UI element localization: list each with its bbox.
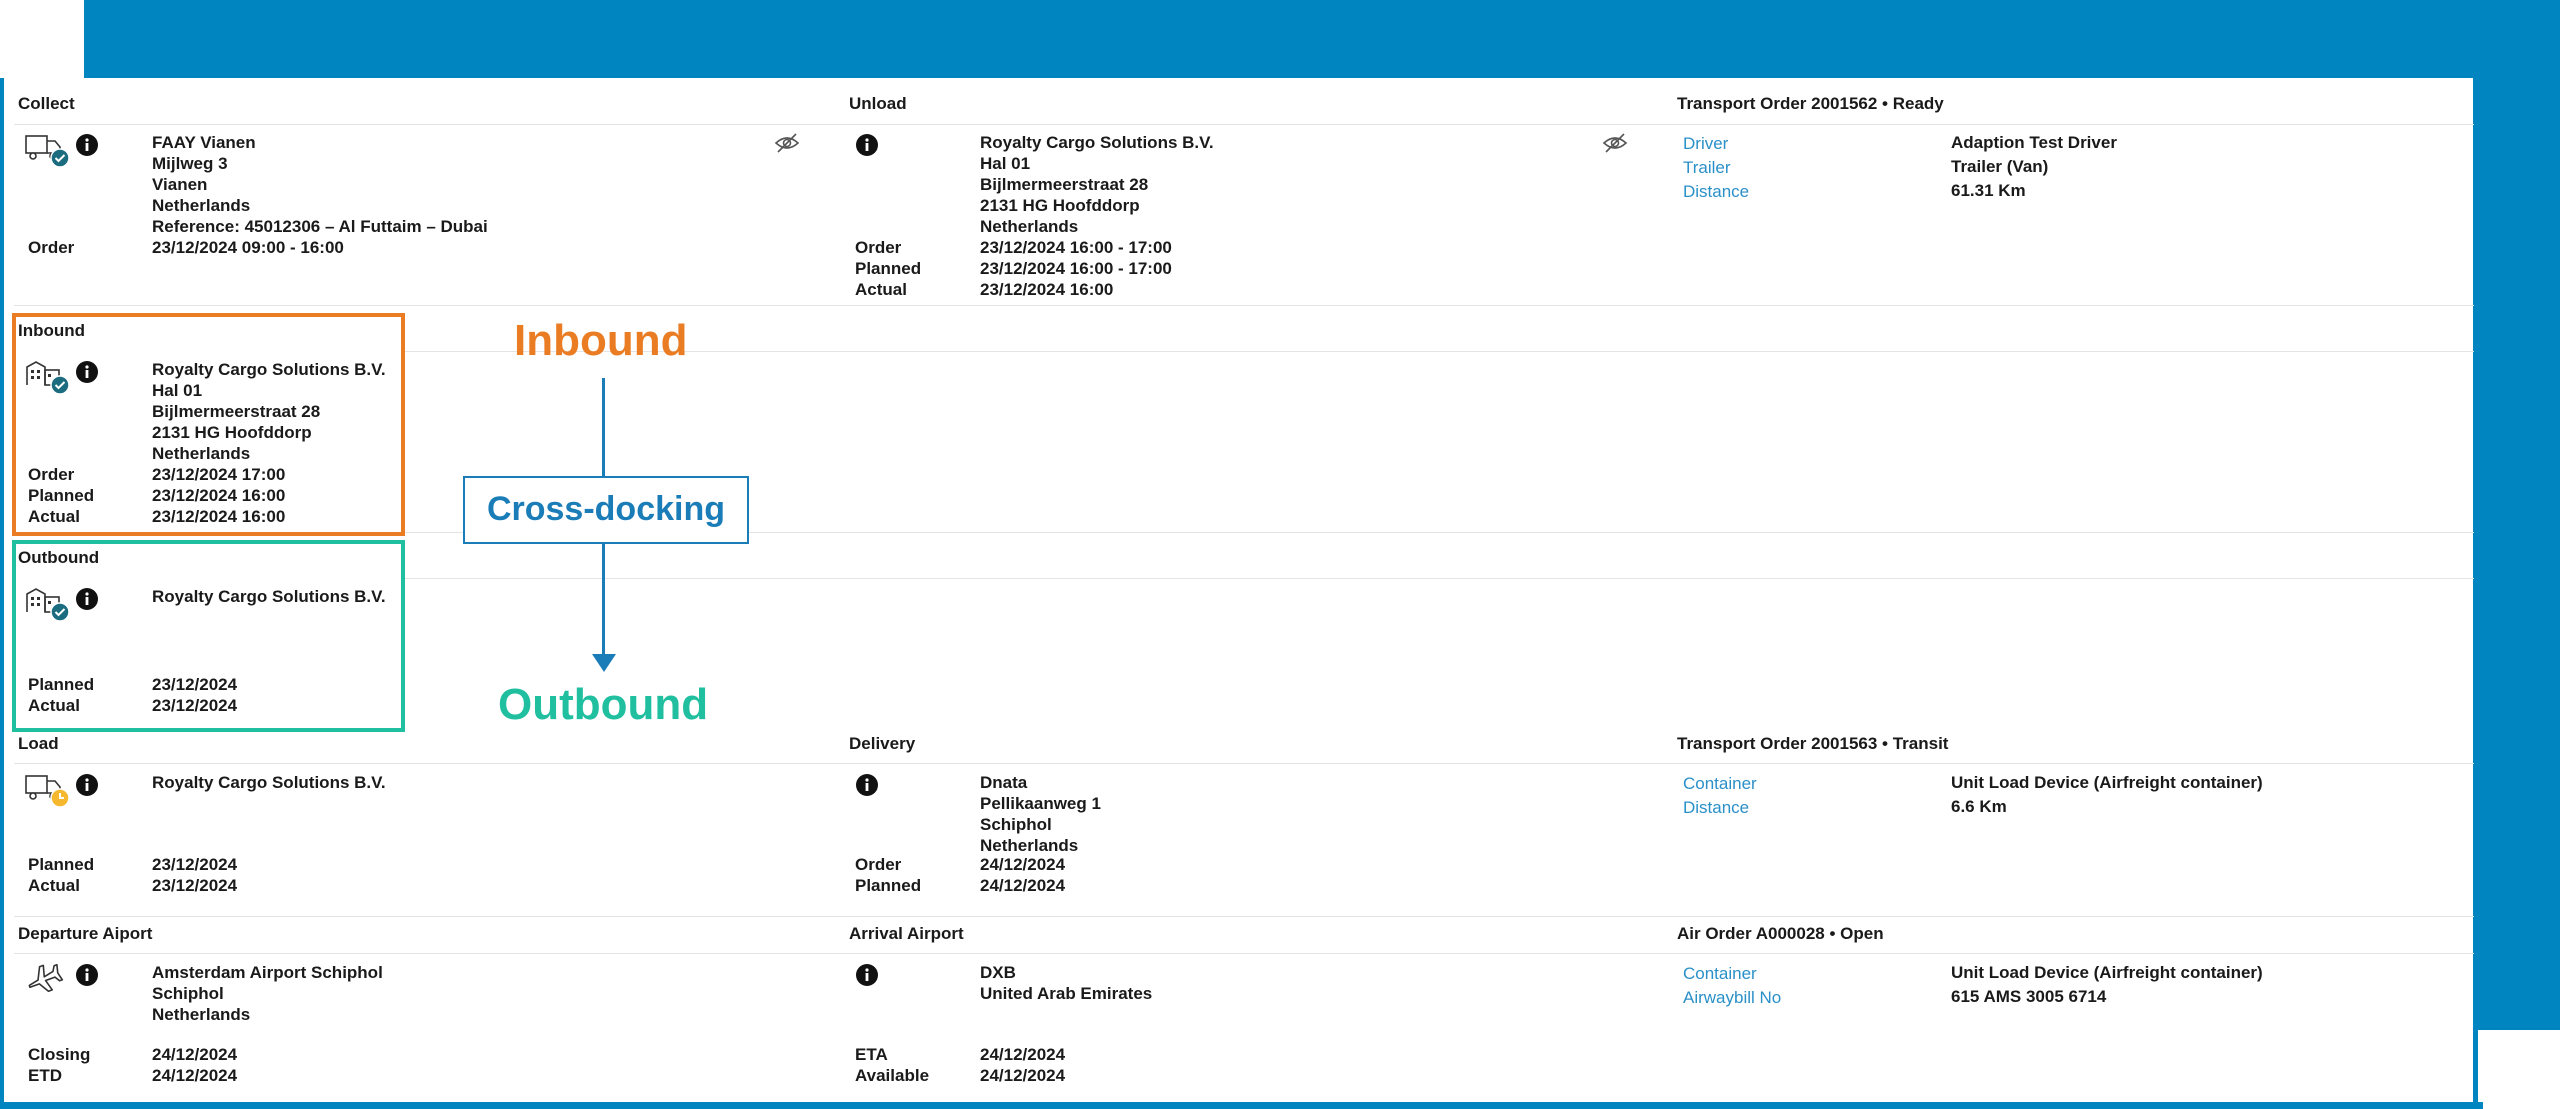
delivery-address-line: Netherlands: [980, 836, 1079, 855]
airplane-icon: [28, 963, 64, 993]
delivery-time-value: 24/12/2024: [980, 855, 1066, 874]
arrival-time-label: Available: [855, 1066, 930, 1085]
distance-label[interactable]: Distance: [1683, 180, 1749, 204]
collect-reference: Reference: 45012306 – Al Futtaim – Dubai: [152, 217, 488, 236]
eye-slash-icon[interactable]: [774, 132, 800, 154]
arrival-address-line: United Arab Emirates: [980, 984, 1153, 1003]
load-time-label: Planned: [28, 855, 95, 874]
airwaybill-label[interactable]: Airwaybill No: [1683, 986, 1781, 1010]
trailer-label[interactable]: Trailer: [1683, 156, 1731, 180]
row-divider: [14, 763, 2474, 764]
departure-time-label: ETD: [28, 1066, 62, 1085]
unload-address-line: Hal 01: [980, 154, 1031, 173]
info-icon[interactable]: [855, 133, 879, 157]
arrow-line-upper: [602, 378, 605, 476]
trailer-value: Trailer (Van): [1951, 157, 2049, 176]
collect-address-line: Vianen: [152, 175, 208, 194]
delivery-address-line: Schiphol: [980, 815, 1052, 834]
collect-title: Collect: [18, 94, 75, 113]
load-address-line: Royalty Cargo Solutions B.V.: [152, 773, 386, 792]
distance-label[interactable]: Distance: [1683, 796, 1749, 820]
row-divider: [14, 916, 2474, 917]
arrival-time-value: 24/12/2024: [980, 1045, 1066, 1064]
inbound-highlight-box: [12, 313, 405, 536]
air-order-title: Air Order A000028 • Open: [1677, 924, 1884, 943]
background-blue-strip: [0, 1102, 2483, 1109]
row-load: Load Delivery Transport Order 2001563 • …: [4, 726, 2478, 916]
airwaybill-value: 615 AMS 3005 6714: [1951, 987, 2107, 1006]
driver-value: Adaption Test Driver: [1951, 133, 2117, 152]
collect-time-value: 23/12/2024 09:00 - 16:00: [152, 238, 344, 257]
truck-pending-icon: [25, 775, 70, 808]
transport-order-1-title: Transport Order 2001562 • Ready: [1677, 94, 1944, 113]
info-icon[interactable]: [75, 963, 99, 987]
unload-time-value: 23/12/2024 16:00 - 17:00: [980, 259, 1172, 278]
container-value: Unit Load Device (Airfreight container): [1951, 773, 2263, 792]
unload-address-line: Bijlmermeerstraat 28: [980, 175, 1149, 194]
transport-order-2-title: Transport Order 2001563 • Transit: [1677, 734, 1949, 753]
unload-title: Unload: [849, 94, 907, 113]
row-divider: [404, 578, 2474, 579]
unload-address-line: Netherlands: [980, 217, 1079, 236]
info-icon[interactable]: [855, 773, 879, 797]
row-collect: Collect Unload Transport Order 2001562 •…: [4, 78, 2478, 305]
unload-time-value: 23/12/2024 16:00 - 17:00: [980, 238, 1172, 257]
load-time-label: Actual: [28, 876, 80, 895]
unload-time-value: 23/12/2024 16:00: [980, 280, 1114, 299]
unload-address-line: 2131 HG Hoofddorp: [980, 196, 1140, 215]
delivery-time-value: 24/12/2024: [980, 876, 1066, 895]
collect-address-line: Netherlands: [152, 196, 251, 215]
outbound-highlight-box: [12, 540, 405, 732]
container-label[interactable]: Container: [1683, 772, 1757, 796]
inbound-annotation-label: Inbound: [514, 316, 688, 365]
delivery-address-line: Dnata: [980, 773, 1028, 792]
row-divider: [404, 351, 2474, 352]
delivery-title: Delivery: [849, 734, 916, 753]
outbound-annotation-label: Outbound: [498, 680, 709, 729]
unload-address-line: Royalty Cargo Solutions B.V.: [980, 133, 1214, 152]
eye-slash-icon[interactable]: [1602, 132, 1628, 154]
order-detail-panel: Collect Unload Transport Order 2001562 •…: [0, 78, 2478, 1102]
departure-time-value: 24/12/2024: [152, 1045, 238, 1064]
unload-time-label: Order: [855, 238, 902, 257]
arrow-head-icon: [592, 654, 616, 672]
load-title: Load: [18, 734, 59, 753]
crossdocking-annotation-label: Cross-docking: [486, 490, 726, 528]
departure-title: Departure Aiport: [18, 924, 153, 943]
container-label[interactable]: Container: [1683, 962, 1757, 986]
row-divider: [14, 305, 2474, 306]
departure-time-value: 24/12/2024: [152, 1066, 238, 1085]
delivery-time-label: Order: [855, 855, 902, 874]
collect-address-line: Mijlweg 3: [152, 154, 228, 173]
collect-time-label: Order: [28, 238, 75, 257]
row-divider: [14, 124, 2474, 125]
arrival-address-line: DXB: [980, 963, 1016, 982]
arrival-time-value: 24/12/2024: [980, 1066, 1066, 1085]
row-departure: Departure Aiport Arrival Airport Air Ord…: [4, 916, 2478, 1102]
departure-address-line: Schiphol: [152, 984, 224, 1003]
departure-time-label: Closing: [28, 1045, 91, 1064]
container-value: Unit Load Device (Airfreight container): [1951, 963, 2263, 982]
distance-value: 61.31 Km: [1951, 181, 2026, 200]
truck-check-icon: [25, 135, 70, 168]
driver-label[interactable]: Driver: [1683, 132, 1728, 156]
row-divider: [14, 953, 2474, 954]
unload-time-label: Actual: [855, 280, 907, 299]
departure-address-line: Netherlands: [152, 1005, 251, 1024]
arrival-time-label: ETA: [855, 1045, 888, 1064]
unload-time-label: Planned: [855, 259, 922, 278]
info-icon[interactable]: [75, 133, 99, 157]
load-time-value: 23/12/2024: [152, 876, 238, 895]
departure-address-line: Amsterdam Airport Schiphol: [152, 963, 383, 982]
info-icon[interactable]: [855, 963, 879, 987]
delivery-time-label: Planned: [855, 876, 922, 895]
distance-value: 6.6 Km: [1951, 797, 2007, 816]
arrow-line-lower: [602, 544, 605, 656]
delivery-address-line: Pellikaanweg 1: [980, 794, 1101, 813]
load-time-value: 23/12/2024: [152, 855, 238, 874]
info-icon[interactable]: [75, 773, 99, 797]
collect-address-line: FAAY Vianen: [152, 133, 256, 152]
arrival-title: Arrival Airport: [849, 924, 964, 943]
